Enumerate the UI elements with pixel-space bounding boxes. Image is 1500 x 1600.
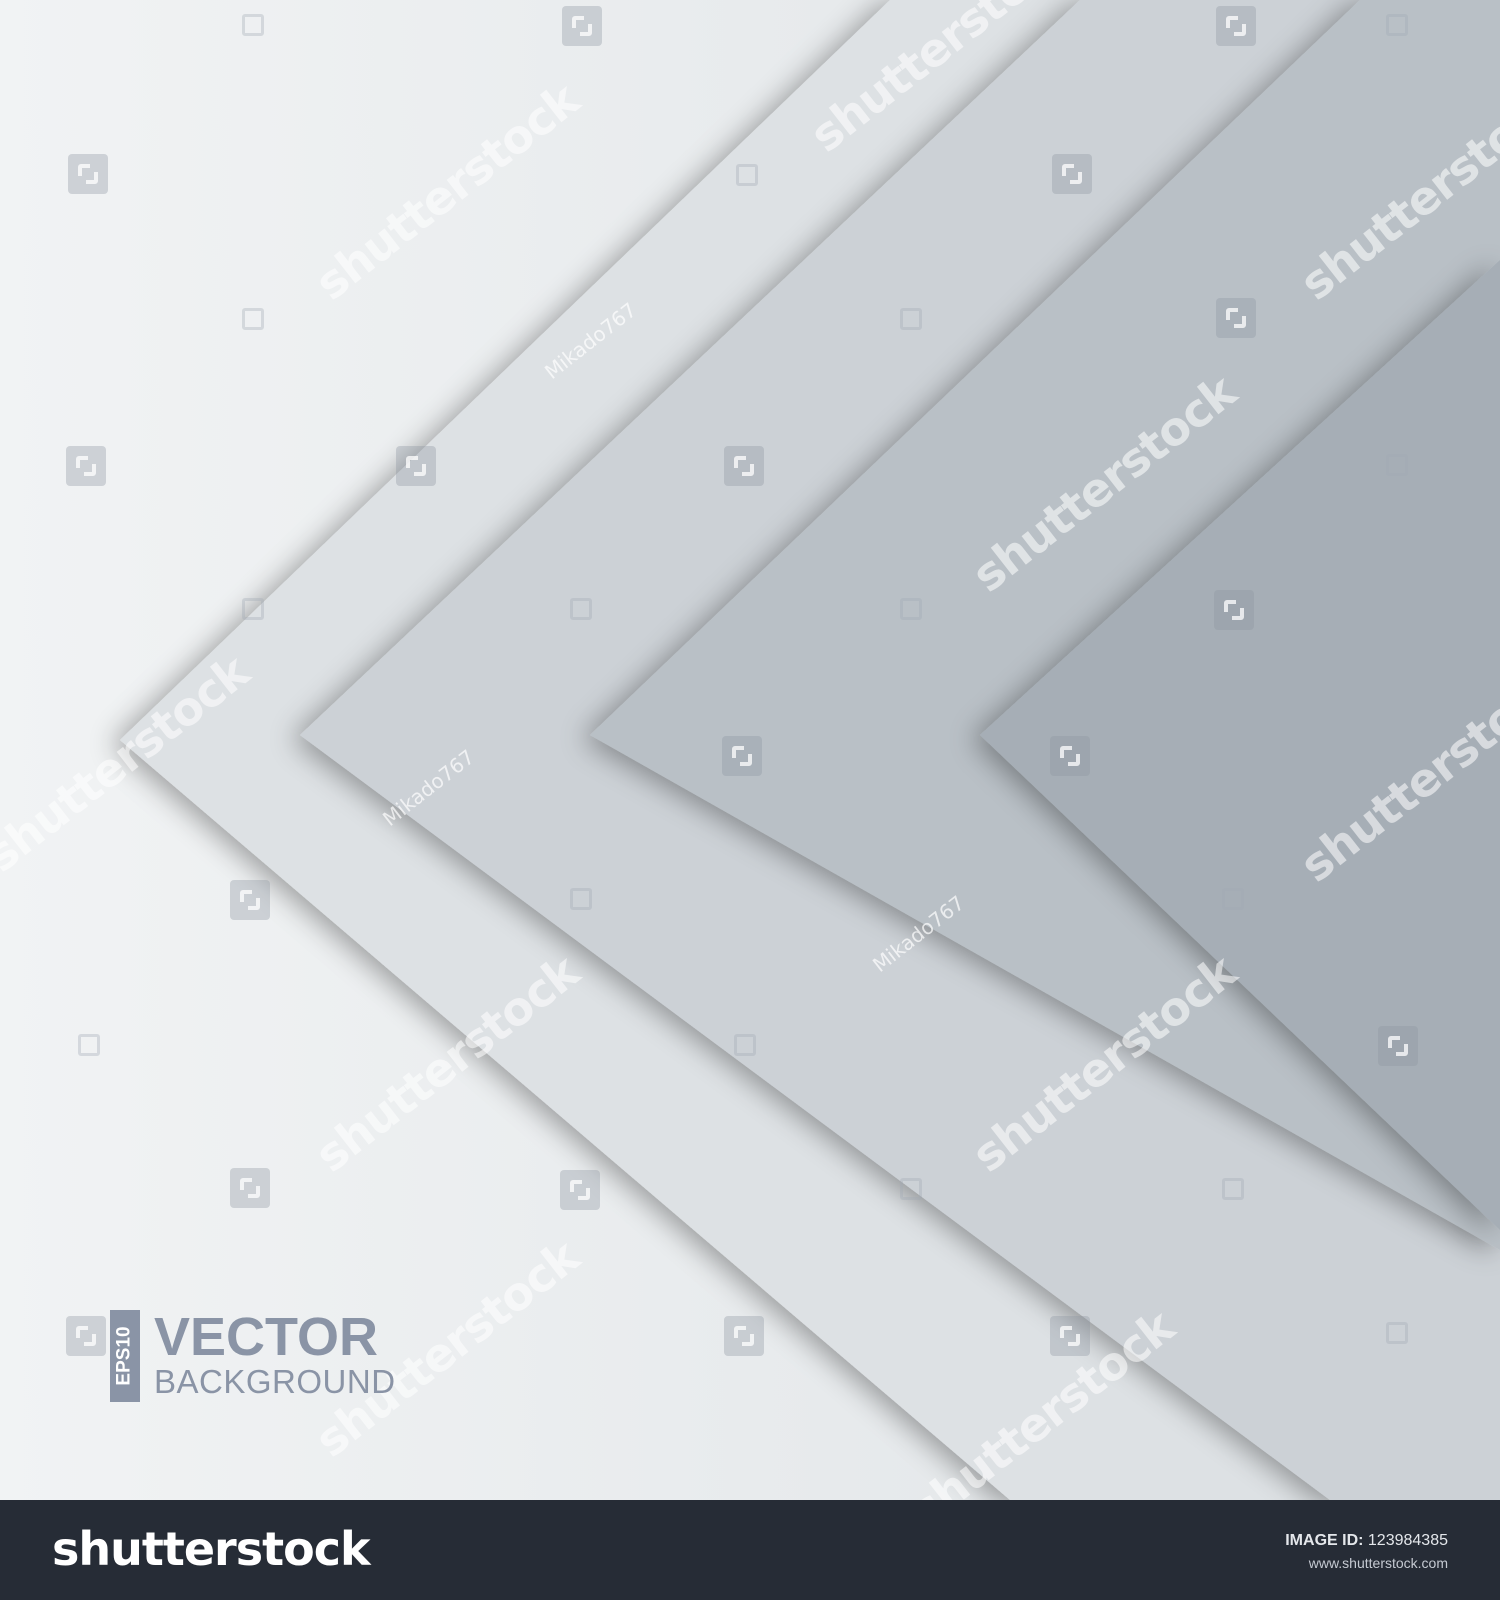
watermark-logo-icon <box>1378 1026 1418 1066</box>
vector-label: VECTOR <box>154 1307 379 1367</box>
footer-bar: shutterstock IMAGE ID: 123984385 www.shu… <box>0 1500 1500 1600</box>
watermark-mark-icon <box>570 888 592 910</box>
watermark-logo-icon <box>724 1316 764 1356</box>
watermark-mark-icon <box>900 308 922 330</box>
watermark-logo-icon <box>1050 736 1090 776</box>
watermark-logo-icon <box>66 446 106 486</box>
watermark-logo-icon <box>722 736 762 776</box>
watermark-logo-icon <box>396 446 436 486</box>
watermark-logo-icon <box>68 154 108 194</box>
watermark-logo-icon <box>1216 298 1256 338</box>
watermark-mark-icon <box>78 1034 100 1056</box>
watermark-mark-icon <box>1386 1322 1408 1344</box>
watermark-mark-icon <box>1222 888 1244 910</box>
watermark-logo-icon <box>724 446 764 486</box>
watermark-logo-icon <box>560 1170 600 1210</box>
watermark-logo-icon <box>1052 154 1092 194</box>
watermark-mark-icon <box>900 1178 922 1200</box>
watermark-mark-icon <box>242 308 264 330</box>
watermark-logo-icon <box>562 6 602 46</box>
watermark-mark-icon <box>734 1034 756 1056</box>
watermark-mark-icon <box>1222 1178 1244 1200</box>
watermark-mark-icon <box>1386 14 1408 36</box>
eps-label: EPS10 <box>114 1326 135 1386</box>
watermark-logo-icon <box>1216 6 1256 46</box>
watermark-mark-icon <box>242 598 264 620</box>
site-url: www.shutterstock.com <box>1308 1555 1448 1571</box>
watermark-mark-icon <box>1386 454 1408 476</box>
watermark-mark-icon <box>242 14 264 36</box>
footer-logo: shutterstock <box>52 1522 371 1576</box>
watermark-logo-icon <box>66 1316 106 1356</box>
footer-meta: IMAGE ID: 123984385 www.shutterstock.com <box>1285 1530 1448 1574</box>
stock-image: shutterstock shutterstock shutterstock s… <box>0 0 1500 1600</box>
background-label: BACKGROUND <box>154 1363 396 1400</box>
image-id-value: 123984385 <box>1367 1532 1448 1549</box>
badge-words: VECTOR BACKGROUND <box>154 1310 396 1402</box>
watermark-mark-icon <box>570 598 592 620</box>
watermark-logo-icon <box>230 1168 270 1208</box>
watermark-logo-icon <box>1214 590 1254 630</box>
watermark-mark-icon <box>900 598 922 620</box>
image-id-line: IMAGE ID: 123984385 <box>1285 1530 1448 1552</box>
vector-badge: EPS10 VECTOR BACKGROUND <box>110 1310 396 1402</box>
watermark-mark-icon <box>736 164 758 186</box>
watermark-logo-icon <box>230 880 270 920</box>
image-id-label: IMAGE ID: <box>1285 1532 1364 1549</box>
eps-label-box: EPS10 <box>110 1310 140 1402</box>
